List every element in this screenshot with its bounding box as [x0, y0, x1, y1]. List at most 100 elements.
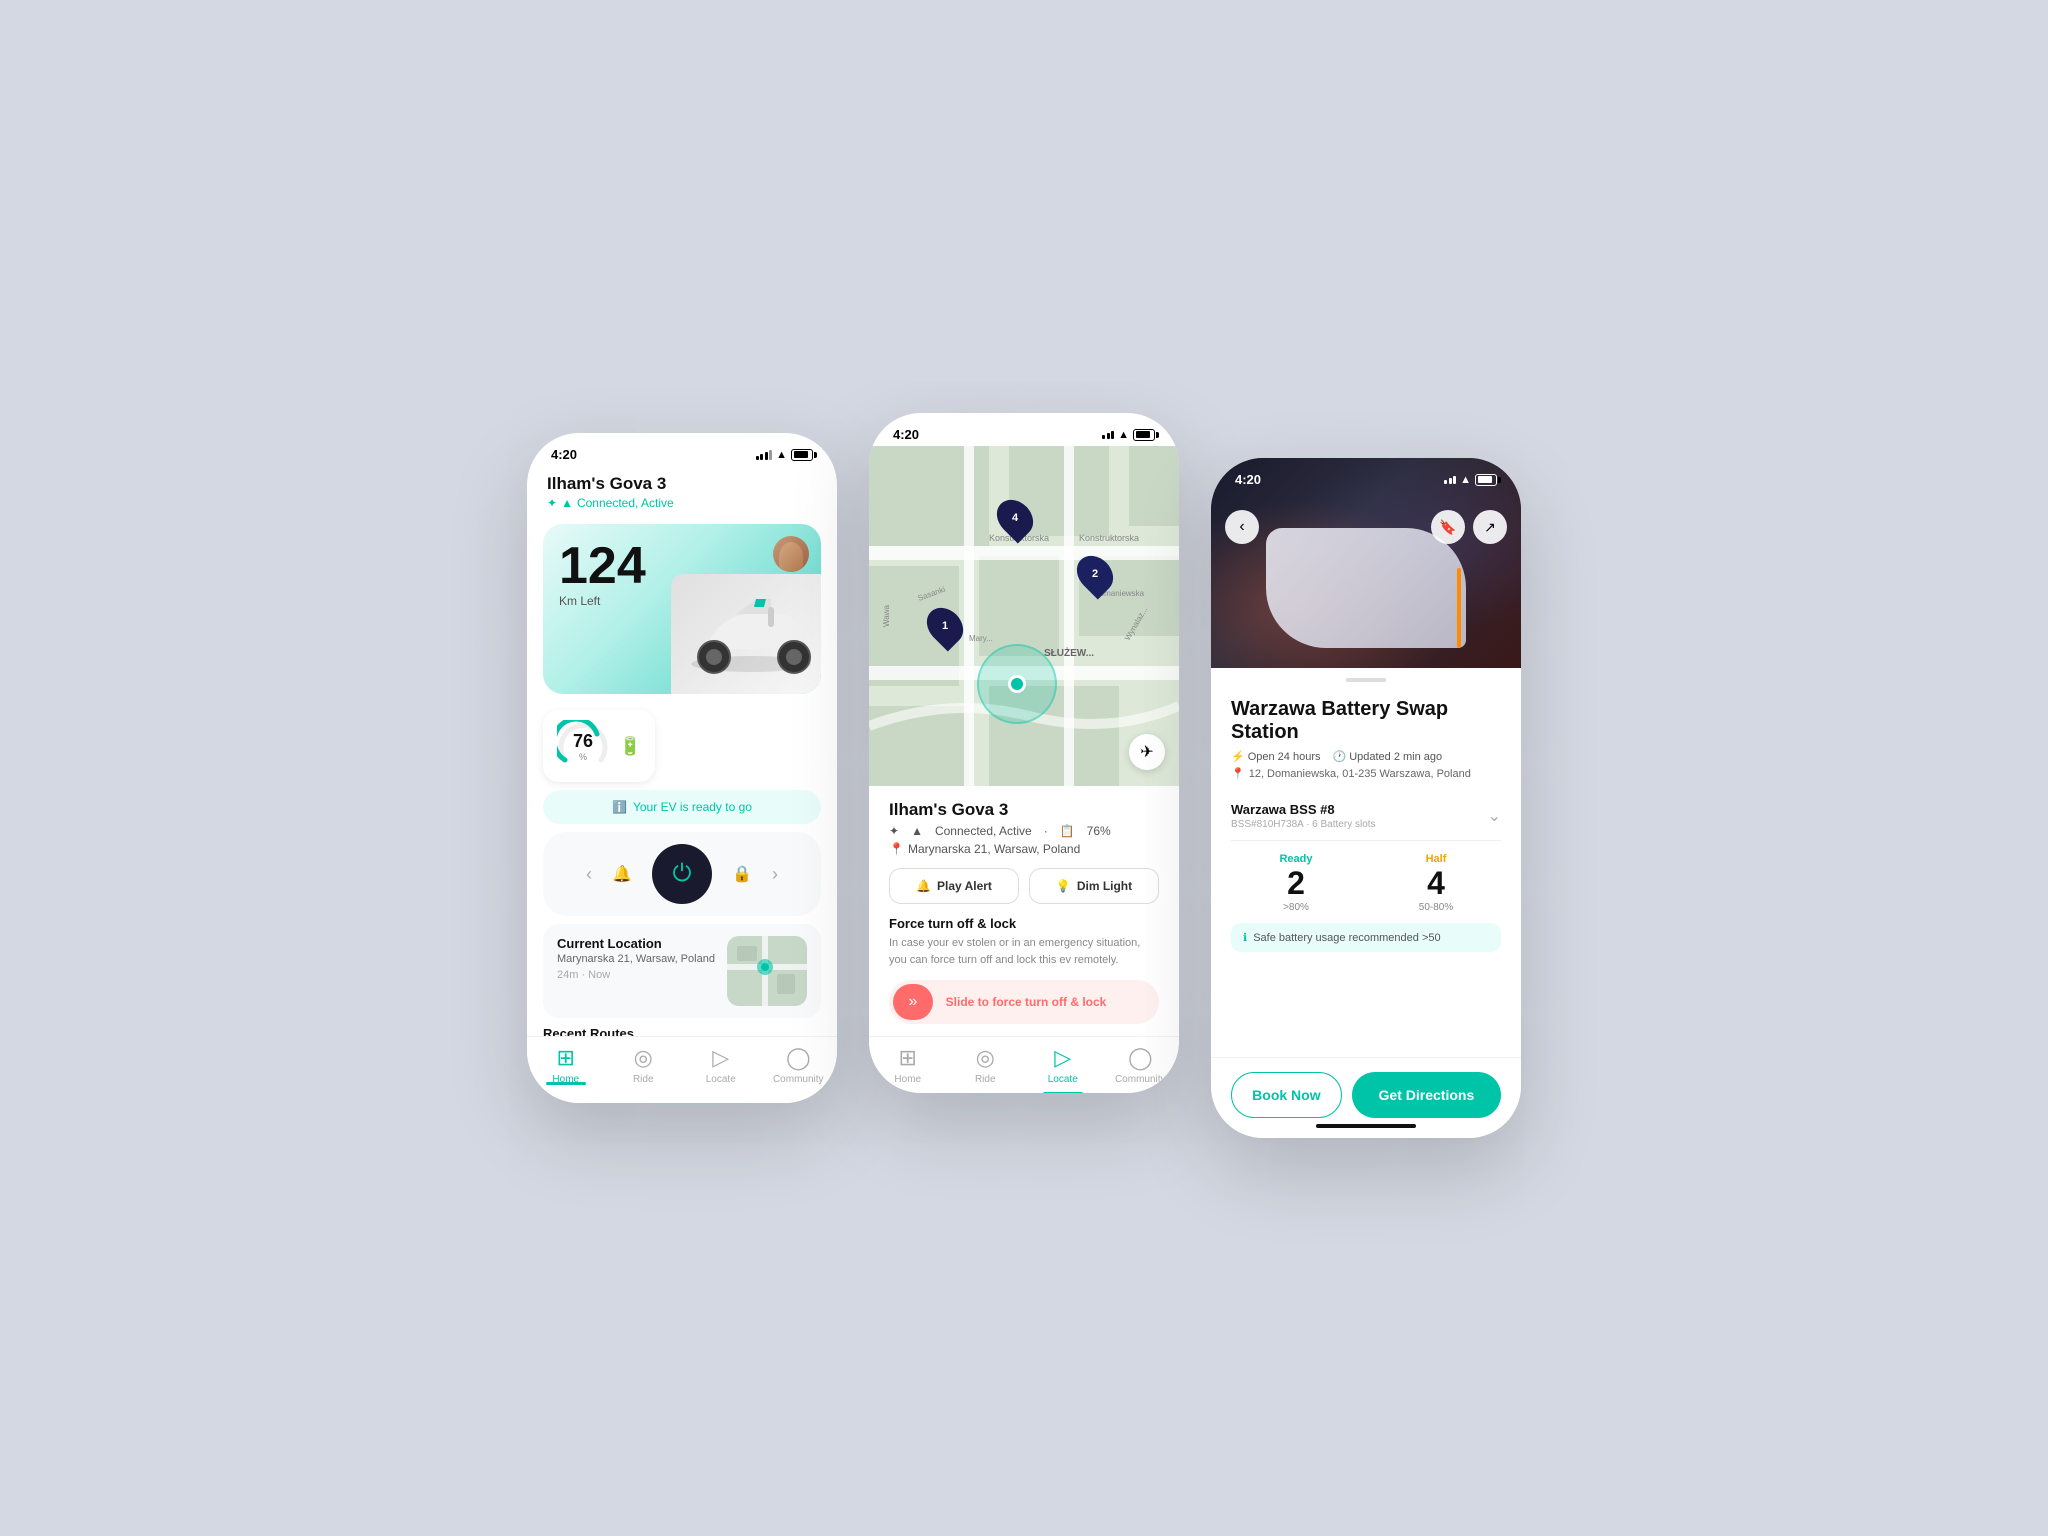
p2-stats: ✦ ▲ Connected, Active · 📋 76% — [889, 824, 1159, 838]
map-pin-icon: 📍 — [1231, 767, 1245, 780]
wifi-icon-3: ▲ — [1460, 474, 1471, 486]
nav-indicator-2 — [1043, 1092, 1083, 1093]
station-name: Warzawa Battery Swap Station — [1231, 698, 1501, 744]
ready-label: Ready — [1231, 853, 1361, 865]
share-icon: ↗ — [1484, 519, 1496, 536]
open-hours: ⚡ Open 24 hours — [1231, 750, 1320, 763]
power-button[interactable]: ⏻ — [652, 844, 712, 904]
status-icons-3: ▲ — [1444, 474, 1497, 486]
clock-icon: 🕐 — [1332, 750, 1346, 763]
location-title: Current Location — [557, 936, 717, 951]
slide-to-lock[interactable]: » Slide to force turn off & lock — [889, 980, 1159, 1024]
battery-percent: 76 — [573, 731, 593, 752]
nav-home-label-2: Home — [894, 1074, 921, 1085]
p2-action-buttons: 🔔 Play Alert 💡 Dim Light — [889, 868, 1159, 904]
bluetooth-icon: ✦ — [547, 496, 557, 510]
signal-2 — [1102, 431, 1114, 439]
status-icons-2: ▲ — [1102, 429, 1155, 441]
nav-home-2[interactable]: ⊞ Home — [869, 1045, 947, 1085]
phone-home: 4:20 ▲ Ilham's Gova 3 ✦ ▲ Connected, Act… — [527, 433, 837, 1103]
p2-signal-icon: ▲ — [911, 824, 923, 838]
p2-vehicle-name: Ilham's Gova 3 — [889, 800, 1159, 820]
signal-1 — [756, 450, 773, 460]
bell-alert-icon: 🔔 — [916, 879, 931, 893]
nav-locate[interactable]: ▷ Locate — [682, 1045, 760, 1085]
safety-notice: ℹ Safe battery usage recommended >50 — [1231, 923, 1501, 952]
info-icon: ℹ️ — [612, 800, 627, 814]
nav-ride-label: Ride — [633, 1074, 654, 1085]
status-bar-2: 4:20 ▲ — [869, 413, 1179, 446]
location-info: Current Location Marynarska 21, Warsaw, … — [557, 936, 717, 1006]
station-meta: ⚡ Open 24 hours 🕐 Updated 2 min ago — [1231, 750, 1501, 763]
p2-vehicle-info: Ilham's Gova 3 ✦ ▲ Connected, Active · 📋… — [869, 786, 1179, 856]
community-icon-2: ◯ — [1128, 1045, 1153, 1071]
nav-ride[interactable]: ◎ Ride — [605, 1045, 683, 1085]
bottom-nav-2: ⊞ Home ◎ Ride ▷ Locate ◯ Community — [869, 1036, 1179, 1093]
battery-icon-2 — [1133, 429, 1155, 441]
p2-bluetooth-icon: ✦ — [889, 824, 899, 838]
bell-button[interactable]: 🔔 — [604, 856, 640, 892]
location-card[interactable]: Current Location Marynarska 21, Warsaw, … — [543, 924, 821, 1018]
nav-community-label-2: Community — [1115, 1074, 1166, 1085]
map-view[interactable]: Konstruktorska Konstruktorska Domaniewsk… — [869, 446, 1179, 786]
p2-battery: 76% — [1087, 824, 1111, 838]
nav-ride-2[interactable]: ◎ Ride — [947, 1045, 1025, 1085]
double-chevron-icon: » — [909, 993, 918, 1011]
charging-cord — [1457, 568, 1461, 648]
info-circle-icon: ℹ — [1243, 931, 1247, 944]
play-alert-button[interactable]: 🔔 Play Alert — [889, 868, 1019, 904]
locate-icon-2: ▷ — [1054, 1045, 1071, 1071]
get-directions-button[interactable]: Get Directions — [1352, 1072, 1501, 1118]
nav-locate-2[interactable]: ▷ Locate — [1024, 1045, 1102, 1085]
half-label: Half — [1371, 853, 1501, 865]
time-1: 4:20 — [551, 447, 577, 462]
nav-community[interactable]: ◯ Community — [760, 1045, 838, 1085]
expand-icon[interactable]: ⌄ — [1488, 806, 1501, 826]
lock-button[interactable]: 🔒 — [724, 856, 760, 892]
ride-icon-2: ◎ — [976, 1045, 995, 1071]
location-time: 24m · Now — [557, 969, 717, 981]
svg-text:Wawa: Wawa — [882, 604, 891, 626]
nav-locate-label: Locate — [706, 1074, 736, 1085]
back-button[interactable]: ‹ — [1225, 510, 1259, 544]
nav-locate-label-2: Locate — [1048, 1074, 1078, 1085]
phone-map: 4:20 ▲ — [869, 413, 1179, 1093]
battery-unit: % — [579, 752, 587, 762]
vehicle-name-1: Ilham's Gova 3 — [547, 474, 817, 494]
home-indicator-3 — [1316, 1124, 1416, 1128]
slide-handle[interactable]: » — [893, 984, 933, 1020]
half-count: 4 — [1371, 865, 1501, 902]
nav-community-2[interactable]: ◯ Community — [1102, 1045, 1180, 1085]
half-stat: Half 4 50-80% — [1371, 853, 1501, 913]
bss-card: Warzawa BSS #8 BSS#810H738A · 6 Battery … — [1231, 792, 1501, 952]
vehicle-status-1: ✦ ▲ Connected, Active — [547, 496, 817, 510]
prev-arrow[interactable]: ‹ — [586, 864, 592, 885]
ride-icon: ◎ — [634, 1045, 653, 1071]
location-pin-icon: 📍 — [889, 842, 904, 856]
next-arrow[interactable]: › — [772, 864, 778, 885]
time-3: 4:20 — [1235, 472, 1261, 487]
nav-indicator — [546, 1082, 586, 1085]
ready-range: >80% — [1231, 902, 1361, 913]
light-icon: 💡 — [1056, 879, 1071, 893]
ready-stat: Ready 2 >80% — [1231, 853, 1361, 913]
battery-icon-widget: 🔋 — [619, 736, 641, 757]
book-now-button[interactable]: Book Now — [1231, 1072, 1342, 1118]
slide-text: Slide to force turn off & lock — [937, 995, 1115, 1009]
p2-status: Connected, Active — [935, 824, 1032, 838]
share-button[interactable]: ↗ — [1473, 510, 1507, 544]
avatar — [773, 536, 809, 572]
nav-home[interactable]: ⊞ Home — [527, 1045, 605, 1085]
hero-card: 124 Km Left — [543, 524, 821, 694]
compass-button[interactable]: ✈ — [1129, 734, 1165, 770]
wifi-icon-2: ▲ — [1118, 429, 1129, 441]
phone-station: 4:20 ▲ ‹ 🔖 — [1211, 458, 1521, 1138]
bookmark-button[interactable]: 🔖 — [1431, 510, 1465, 544]
nav-community-label: Community — [773, 1074, 824, 1085]
station-scooter — [1266, 528, 1466, 648]
bookmark-icon: 🔖 — [1439, 519, 1456, 536]
dim-light-button[interactable]: 💡 Dim Light — [1029, 868, 1159, 904]
svg-text:SŁUŻEW...: SŁUŻEW... — [1044, 646, 1094, 659]
home-icon-2: ⊞ — [899, 1045, 917, 1071]
updated-time: 🕐 Updated 2 min ago — [1332, 750, 1442, 763]
